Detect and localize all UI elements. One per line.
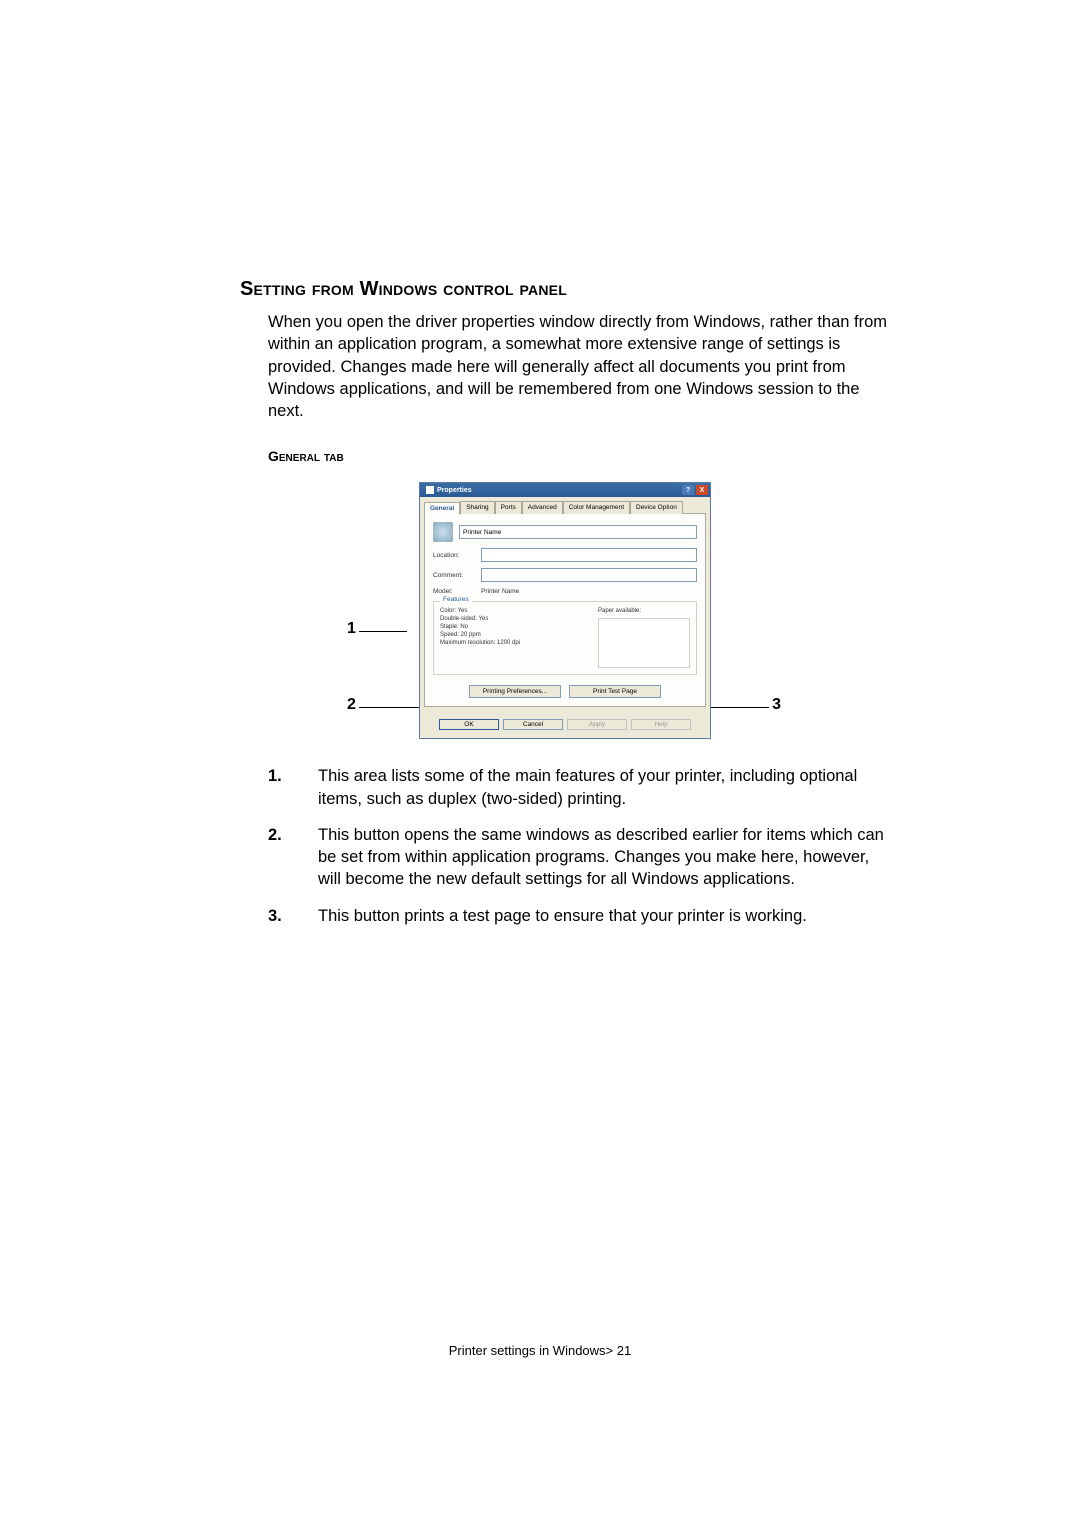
location-input[interactable] xyxy=(481,548,697,562)
dialog-bottom-buttons: OK Cancel Apply Help xyxy=(420,711,710,738)
paper-available-label: Paper available: xyxy=(598,608,690,614)
list-number-1: 1. xyxy=(268,765,318,810)
comment-input[interactable] xyxy=(481,568,697,582)
section-heading: Setting from Windows control panel xyxy=(240,278,890,301)
subsection-heading: General tab xyxy=(268,448,890,464)
list-text-1: This area lists some of the main feature… xyxy=(318,765,890,810)
list-item: 3. This button prints a test page to ens… xyxy=(268,905,890,927)
comment-label: Comment: xyxy=(433,572,475,579)
list-number-2: 2. xyxy=(268,824,318,891)
tab-color-management[interactable]: Color Management xyxy=(563,501,630,514)
feat-staple: Staple: No xyxy=(440,624,590,630)
list-item: 1. This area lists some of the main feat… xyxy=(268,765,890,810)
intro-paragraph: When you open the driver properties wind… xyxy=(268,311,890,422)
titlebar-help-button[interactable]: ? xyxy=(682,485,694,495)
callout-2: 2 xyxy=(347,696,356,714)
features-group-title: Features xyxy=(440,596,472,603)
general-panel: Printer Name Location: Comment: Model: P… xyxy=(424,513,706,707)
list-item: 2. This button opens the same windows as… xyxy=(268,824,890,891)
callout-1: 1 xyxy=(347,620,356,638)
list-text-2: This button opens the same windows as de… xyxy=(318,824,890,891)
model-value: Printer Name xyxy=(481,588,519,595)
apply-button[interactable]: Apply xyxy=(567,719,627,730)
print-test-page-button[interactable]: Print Test Page xyxy=(569,685,661,698)
list-number-3: 3. xyxy=(268,905,318,927)
numbered-list: 1. This area lists some of the main feat… xyxy=(268,765,890,927)
feat-max-res: Maximum resolution: 1200 dpi xyxy=(440,640,590,646)
ok-button[interactable]: OK xyxy=(439,719,499,730)
feat-speed: Speed: 20 ppm xyxy=(440,632,590,638)
paper-available-list[interactable] xyxy=(598,618,690,668)
printing-preferences-button[interactable]: Printing Preferences... xyxy=(469,685,561,698)
help-button[interactable]: Help xyxy=(631,719,691,730)
page-footer: Printer settings in Windows> 21 xyxy=(0,1343,1080,1358)
tab-ports[interactable]: Ports xyxy=(495,501,522,514)
features-group: Features Color: Yes Double-sided: Yes St… xyxy=(433,601,697,675)
tab-general[interactable]: General xyxy=(424,502,460,515)
callout-3: 3 xyxy=(772,696,781,714)
properties-dialog: Properties ? X General Sharing Ports Adv… xyxy=(419,482,711,739)
tab-advanced[interactable]: Advanced xyxy=(522,501,563,514)
cancel-button[interactable]: Cancel xyxy=(503,719,563,730)
printer-name-input[interactable]: Printer Name xyxy=(459,525,697,539)
printer-big-icon xyxy=(433,522,453,542)
list-text-3: This button prints a test page to ensure… xyxy=(318,905,890,927)
dialog-titlebar: Properties ? X xyxy=(420,483,710,497)
location-label: Location: xyxy=(433,552,475,559)
dialog-title-text: Properties xyxy=(437,487,472,494)
dialog-figure: 1 2 3 Properties ? X Gener xyxy=(355,482,775,739)
feat-color: Color: Yes xyxy=(440,608,590,614)
callout-1-line xyxy=(359,631,407,632)
model-label: Model: xyxy=(433,588,475,595)
titlebar-close-button[interactable]: X xyxy=(696,485,708,495)
tab-device-option[interactable]: Device Option xyxy=(630,501,683,514)
tab-strip: General Sharing Ports Advanced Color Man… xyxy=(420,497,710,513)
feat-double-sided: Double-sided: Yes xyxy=(440,616,590,622)
tab-sharing[interactable]: Sharing xyxy=(460,501,494,514)
printer-icon xyxy=(426,486,434,494)
